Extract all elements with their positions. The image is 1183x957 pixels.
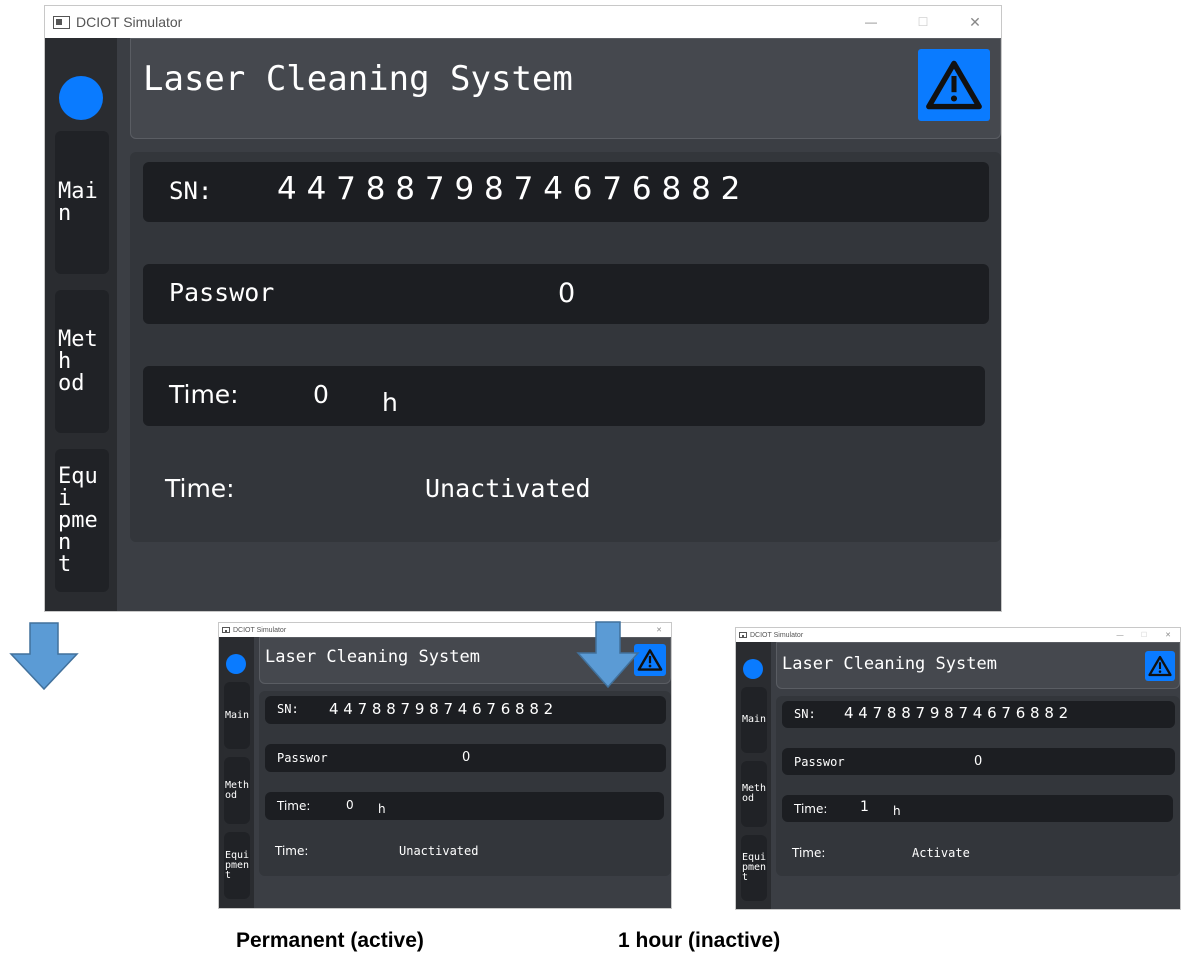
time-label: Time: — [169, 380, 239, 409]
password-label: Passwor — [169, 278, 275, 307]
password-value[interactable]: 0 — [974, 754, 982, 769]
sn-value: 4 4 7 8 8 7 9 8 7 4 6 7 6 8 8 2 — [844, 704, 1069, 722]
password-value[interactable]: 0 — [462, 750, 470, 765]
nav-main-button[interactable]: Main — [741, 687, 767, 753]
time-unit: h — [382, 388, 398, 417]
maximize-button[interactable]: ☐ — [897, 15, 949, 29]
nav-main-button[interactable]: Main — [224, 682, 250, 749]
password-row[interactable]: Passwor 0 — [143, 264, 989, 324]
alarm-button[interactable] — [918, 49, 990, 121]
maximize-button[interactable]: ☐ — [1132, 631, 1156, 639]
password-label: Passwor — [794, 755, 845, 769]
caption-hourly: 1 hour (inactive) — [618, 929, 781, 952]
time-row[interactable]: Time: 1 h — [782, 795, 1173, 822]
time-unit: h — [378, 802, 386, 816]
nav-method-button[interactable]: Meth od — [224, 757, 250, 824]
password-row[interactable]: Passwor 0 — [782, 748, 1175, 775]
window-titlebar: DCIOT Simulator — ☐ ✕ — [736, 628, 1180, 642]
sn-label: SN: — [794, 707, 816, 721]
time-row[interactable]: Time: 0 h — [143, 366, 985, 426]
status-label: Time: — [275, 844, 309, 858]
time-value[interactable]: 1 — [860, 799, 869, 815]
sidebar: Main Meth od Equi pmen t — [736, 642, 771, 909]
window-title: DCIOT Simulator — [233, 626, 287, 634]
close-button[interactable]: ✕ — [1156, 631, 1180, 639]
app-client-area: Main Meth od Equi pmen t Laser Cleaning … — [45, 38, 1001, 611]
simulator-window-large: DCIOT Simulator — ☐ ✕ Main Meth od Equi … — [44, 5, 1002, 612]
info-panel: SN: 4 4 7 8 8 7 9 8 7 4 6 7 6 8 8 2 Pass… — [259, 691, 671, 876]
sidebar: Main Meth od Equi pmen t — [45, 38, 117, 611]
app-icon — [53, 15, 70, 29]
page-title: Laser Cleaning System — [782, 654, 997, 674]
sn-row: SN: 4 4 7 8 8 7 9 8 7 4 6 7 6 8 8 2 — [265, 696, 666, 724]
status-label: Time: — [165, 474, 235, 503]
sn-label: SN: — [277, 702, 299, 716]
sn-value: 4 4 7 8 8 7 9 8 7 4 6 7 6 8 8 2 — [329, 700, 554, 718]
alarm-button[interactable] — [1145, 651, 1175, 681]
time-unit: h — [893, 804, 901, 818]
nav-equipment-button[interactable]: Equi pmen t — [224, 832, 250, 899]
nav-equipment-button[interactable]: Equi pmen t — [55, 449, 109, 592]
sn-row: SN: 4 4 7 8 8 7 9 8 7 4 6 7 6 8 8 2 — [143, 162, 989, 222]
page-title: Laser Cleaning System — [265, 647, 480, 667]
header-bar: Laser Cleaning System — [776, 642, 1180, 689]
down-arrow-left — [9, 622, 79, 691]
app-client-area: Main Meth od Equi pmen t Laser Cleaning … — [736, 642, 1180, 909]
sn-value: 4 4 7 8 8 7 9 8 7 4 6 7 6 8 8 2 — [277, 171, 741, 207]
sn-row: SN: 4 4 7 8 8 7 9 8 7 4 6 7 6 8 8 2 — [782, 701, 1175, 728]
minimize-button[interactable]: — — [1108, 632, 1132, 639]
app-icon — [222, 627, 230, 633]
info-panel: SN: 4 4 7 8 8 7 9 8 7 4 6 7 6 8 8 2 Pass… — [130, 152, 1001, 542]
caption-permanent: Permanent (active) — [236, 929, 424, 952]
time-value[interactable]: 0 — [313, 380, 329, 409]
password-value[interactable]: 0 — [558, 278, 575, 309]
time-value[interactable]: 0 — [346, 798, 354, 812]
window-title: DCIOT Simulator — [76, 14, 183, 30]
nav-method-button[interactable]: Meth od — [55, 290, 109, 433]
password-label: Passwor — [277, 751, 328, 765]
close-button[interactable]: ✕ — [647, 626, 671, 634]
nav-method-button[interactable]: Meth od — [741, 761, 767, 827]
status-indicator — [226, 654, 246, 674]
window-titlebar: DCIOT Simulator — ☐ ✕ — [45, 6, 1001, 38]
time-row[interactable]: Time: 0 h — [265, 792, 664, 820]
activation-status: Unactivated — [425, 474, 591, 503]
nav-main-button[interactable]: Main — [55, 131, 109, 274]
page-title: Laser Cleaning System — [143, 59, 573, 99]
status-indicator — [59, 76, 103, 120]
close-button[interactable]: ✕ — [949, 14, 1001, 31]
down-arrow-pointer — [576, 621, 640, 689]
warning-triangle-icon — [1148, 655, 1172, 677]
info-panel: SN: 4 4 7 8 8 7 9 8 7 4 6 7 6 8 8 2 Pass… — [776, 696, 1180, 876]
time-label: Time: — [794, 802, 828, 816]
header-bar: Laser Cleaning System — [130, 38, 1001, 139]
sidebar: Main Meth od Equi pmen t — [219, 637, 254, 908]
status-label: Time: — [792, 846, 826, 860]
window-title: DCIOT Simulator — [750, 631, 804, 639]
password-row[interactable]: Passwor 0 — [265, 744, 666, 772]
simulator-window-hourly: DCIOT Simulator — ☐ ✕ Main Meth od Equi … — [735, 627, 1181, 910]
activation-status: Unactivated — [399, 844, 479, 858]
sn-label: SN: — [169, 177, 213, 205]
status-indicator — [743, 659, 763, 679]
time-label: Time: — [277, 799, 311, 813]
minimize-button[interactable]: — — [845, 15, 897, 29]
app-icon — [739, 632, 747, 638]
nav-equipment-button[interactable]: Equi pmen t — [741, 835, 767, 901]
warning-triangle-icon — [926, 60, 982, 110]
activation-status: Activate — [912, 846, 970, 860]
